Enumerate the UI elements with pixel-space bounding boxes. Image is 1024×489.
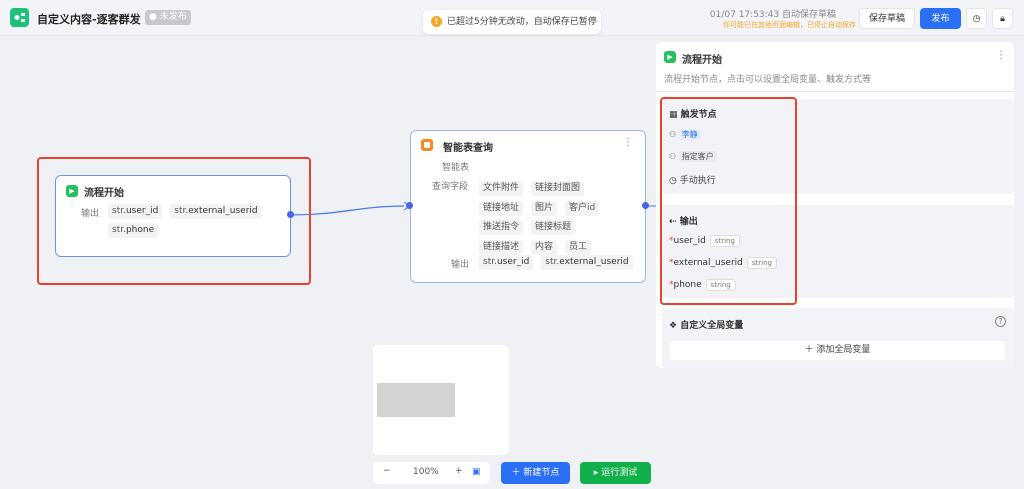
node-title: 智能表查询 [443,143,493,154]
highlight-box [660,97,797,305]
history-button[interactable]: ◷ [966,8,987,29]
play-icon: ▶ [664,51,676,63]
zoom-level: 100% [413,467,439,477]
query-node[interactable]: 智能表查询 ⋮ 智能表 查询字段 文件附件 链接封面图 链接地址 图片 客户id 推送… [410,130,646,283]
field-tag: 客户id [565,200,600,216]
start-node[interactable]: ▶ 流程开始 输出 str.user_id str.external_userid… [55,175,291,257]
button-label: 新建节点 [523,468,560,478]
button-label: 添加全局变量 [816,345,871,355]
output-port[interactable] [642,202,649,209]
lock-button[interactable]: 🔒︎ [992,8,1013,29]
table-icon [421,139,433,151]
table-label: 智能表 [442,163,470,173]
more-icon[interactable]: ⋮ [623,137,633,148]
new-node-button[interactable]: ＋ 新建节点 [501,462,570,484]
fields-label: 查询字段 [432,182,469,192]
fit-view-icon[interactable]: ▣ [472,467,481,477]
section-title: 自定义全局变量 [680,321,744,331]
panel-title: 流程开始 [682,55,722,66]
output-tag: str.external_userid [541,255,633,270]
field-tag: 员工 [565,239,592,255]
field-tag: 链接描述 [479,239,524,255]
minimap-viewport[interactable] [377,383,455,417]
fields-list: 文件附件 链接封面图 链接地址 图片 客户id 推送指令 链接标题 链接描述 内容 员工 [479,178,644,256]
output-port[interactable] [287,211,294,218]
output-tag: str.user_id [108,204,163,219]
panel-description: 流程开始节点，点击可以设置全局变量、触发方式等 [664,75,872,85]
divider [656,91,1014,92]
variable-icon: ❖ [669,321,681,331]
field-tag: 链接地址 [479,200,524,216]
help-icon[interactable]: ? [995,316,1006,327]
field-tag: 链接标题 [531,220,576,235]
field-tag: 内容 [531,239,558,255]
output-label: 输出 [451,260,470,270]
minimap[interactable] [373,345,509,455]
lock-icon: 🔒︎ [1000,14,1005,24]
more-icon[interactable]: ⋮ [996,50,1006,61]
publish-button[interactable]: 发布 [920,8,961,29]
zoom-bar: − 100% + ▣ [373,462,490,484]
save-draft-button[interactable]: 保存草稿 [859,8,915,29]
field-tag: 图片 [531,200,558,216]
output-tag: str.phone [108,223,159,238]
field-tag: 文件附件 [479,181,524,196]
button-label: 运行测试 [601,468,638,478]
run-test-button[interactable]: ▸ 运行测试 [580,462,651,484]
field-tag: 链接封面图 [531,181,585,196]
input-port[interactable] [406,202,413,209]
global-vars-section: ❖ 自定义全局变量 ? ＋ 添加全局变量 [662,308,1014,368]
autosave-time: 01/07 17:53:43 自动保存草稿 [709,10,836,20]
zoom-in-button[interactable]: + [455,466,463,476]
plus-icon: ＋ [511,468,524,478]
field-tag: 推送指令 [479,220,524,235]
plus-icon: ＋ [804,345,817,355]
node-title: 流程开始 [84,188,124,199]
autosave-warning: 你可能已在其他页面编辑，已停止自动保存 [723,21,856,29]
zoom-out-button[interactable]: − [383,466,391,476]
clock-icon: ◷ [972,14,981,24]
add-global-var-button[interactable]: ＋ 添加全局变量 [670,341,1005,360]
output-tag: str.external_userid [170,204,262,219]
play-icon: ▶ [66,185,78,197]
output-tag: str.user_id [479,255,534,270]
output-label: 输出 [81,209,100,219]
